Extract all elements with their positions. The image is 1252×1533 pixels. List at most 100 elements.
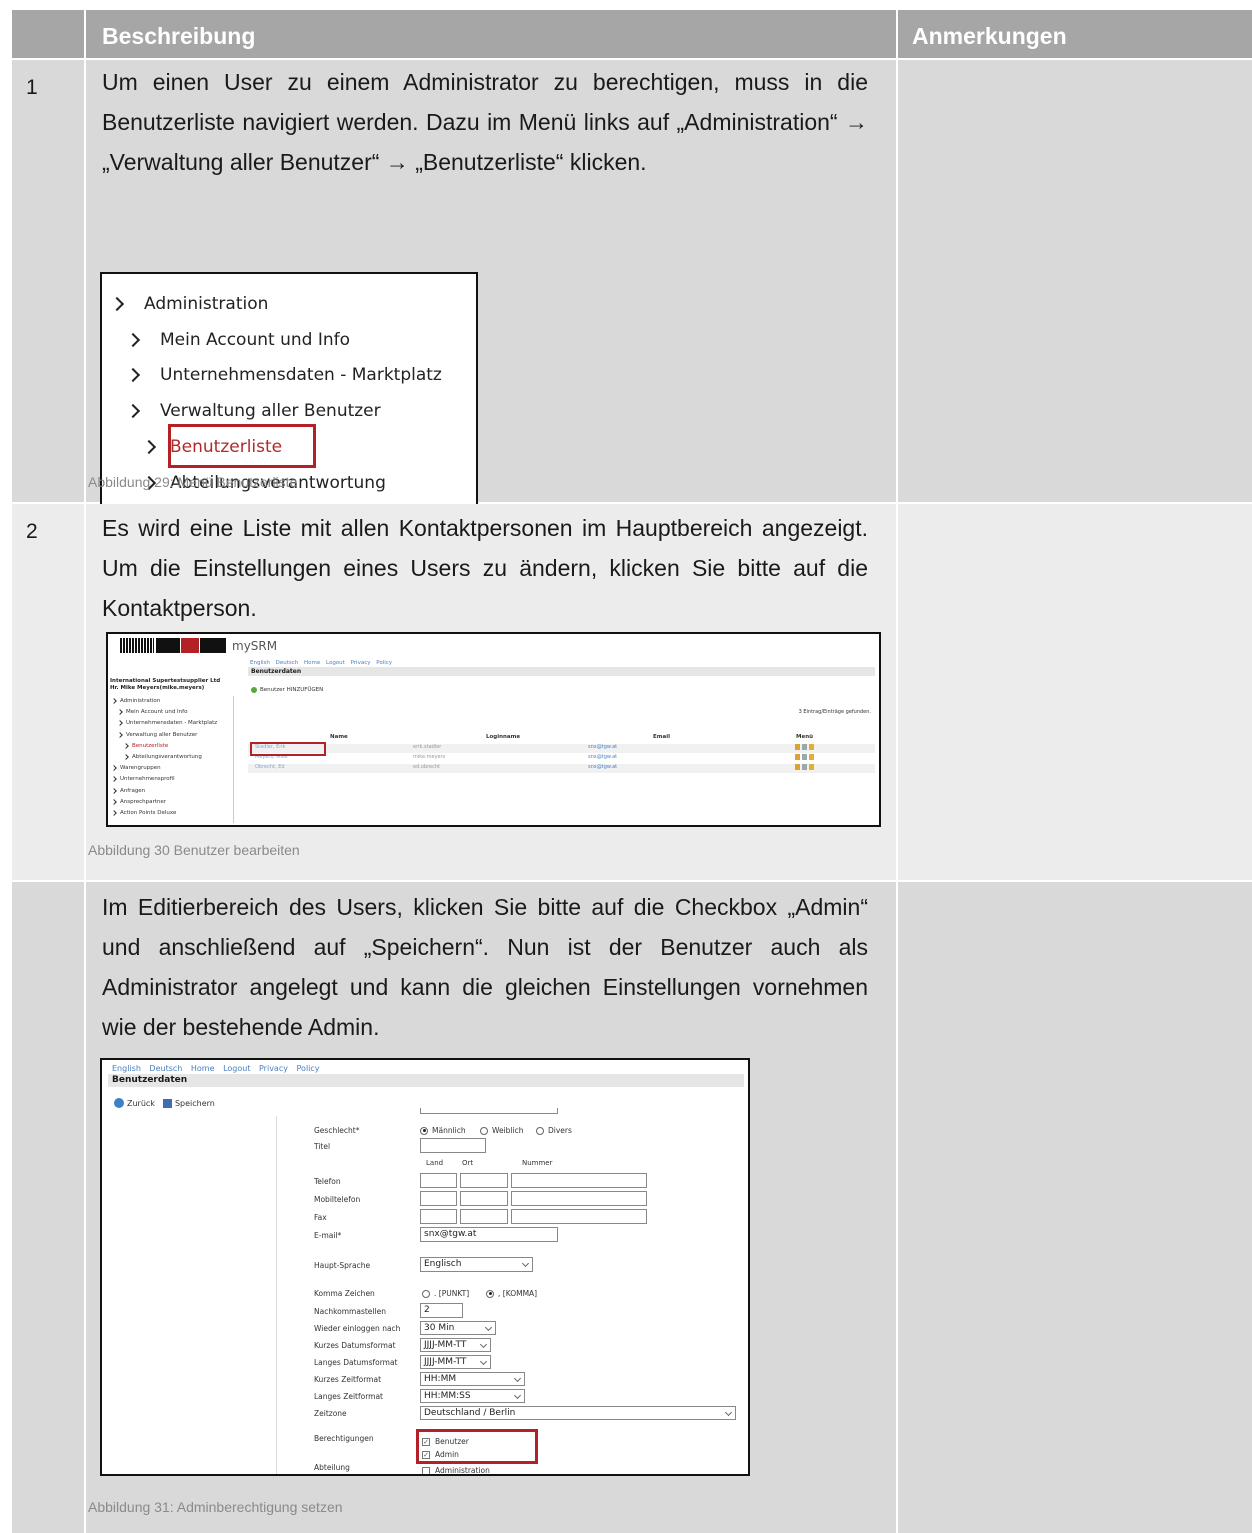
highlight-box	[168, 424, 316, 468]
label-mobile: Mobiltelefon	[314, 1195, 361, 1204]
back-icon	[114, 1098, 124, 1108]
label-long-date: Langes Datumsformat	[314, 1358, 398, 1367]
toolbar: Zurück Speichern	[114, 1098, 215, 1108]
highlight-box	[416, 1429, 538, 1464]
menu-item-account: Mein Account und Info	[125, 330, 350, 350]
step-remarks	[898, 504, 1252, 880]
label-language: Haupt-Sprache	[314, 1261, 371, 1270]
tgw-logo: mySRM	[120, 638, 277, 653]
menu-item-administration: Administration	[109, 294, 268, 314]
sidebar-item: Anfragen	[110, 786, 233, 797]
col-land: Land	[426, 1159, 444, 1167]
label-gender: Geschlecht*	[314, 1126, 360, 1135]
instruction-table: Beschreibung Anmerkungen 1 Um einen User…	[12, 10, 1252, 1533]
nav-links: English Deutsch Home Logout Privacy Poli…	[112, 1064, 320, 1073]
chevron-right-icon	[125, 332, 141, 348]
sidebar-menu: Administration Mein Account und Info Unt…	[110, 696, 234, 823]
sidebar-item: Unternehmensdaten - Marktplatz	[110, 718, 233, 729]
figure-caption: Abbildung 29: Menü Benutzerliste	[88, 474, 298, 490]
row-action-icons	[795, 764, 814, 770]
sidebar-item: Mein Account und Info	[110, 707, 233, 718]
chevron-right-icon	[109, 296, 125, 312]
language-select: Englisch	[420, 1257, 533, 1272]
label-decimals: Nachkommastellen	[314, 1307, 386, 1316]
step-text: Es wird eine Liste mit allen Kontaktpers…	[102, 515, 868, 621]
timezone-select: Deutschland / Berlin	[420, 1406, 736, 1420]
long-time-select: HH:MM:SS	[420, 1389, 525, 1403]
short-date-select: JJJJ-MM-TT	[420, 1338, 491, 1352]
chevron-right-icon	[125, 367, 141, 383]
header-beschreibung: Beschreibung	[86, 10, 898, 58]
label-long-time: Langes Zeitformat	[314, 1392, 383, 1401]
step-remarks	[898, 882, 1252, 1533]
table-row: 2 Es wird eine Liste mit allen Kontaktpe…	[12, 504, 1252, 882]
sidebar-item: Action Points Deluxe	[110, 808, 233, 819]
label-comma: Komma Zeichen	[314, 1289, 375, 1298]
label-short-date: Kurzes Datumsformat	[314, 1341, 396, 1350]
sidebar-item: Ansprechpartner	[110, 797, 233, 808]
figure-caption: Abbildung 31: Adminberechtigung setzen	[88, 1499, 343, 1515]
table-row: Im Editierbereich des Users, klicken Sie…	[12, 882, 1252, 1533]
back-button: Zurück	[127, 1098, 155, 1108]
radio-punkt: . [PUNKT]	[422, 1289, 469, 1298]
table-row: 1 Um einen User zu einem Administrator z…	[12, 60, 1252, 509]
label-relogin: Wieder einloggen nach	[314, 1324, 401, 1333]
menu-item-company: Unternehmensdaten - Marktplatz	[125, 365, 442, 385]
step-number	[12, 882, 86, 1533]
label-title: Titel	[314, 1142, 331, 1151]
add-user-button: Benutzer HINZUFÜGEN	[251, 687, 323, 693]
sidebar-item: Verwaltung aller Benutzer	[110, 730, 233, 741]
sidebar-item: Abteilungsverantwortung	[110, 752, 233, 763]
list-row: Meyers, Mike mike.meyers snx@tgw.at	[248, 754, 875, 763]
sidebar-item: Unternehmensprofil	[110, 774, 233, 785]
radio-diverse: Divers	[536, 1126, 572, 1135]
label-short-time: Kurzes Zeitformat	[314, 1375, 382, 1384]
sidebar-item: Warengruppen	[110, 763, 233, 774]
list-header: Name Loginname Email Menü	[330, 734, 814, 740]
list-row: Stadler, Erik erik.stadler snx@tgw.at	[248, 744, 875, 753]
company-info: International Supertestsupplier Ltd Hr. …	[110, 678, 221, 691]
table-header: Beschreibung Anmerkungen	[12, 10, 1252, 60]
section-bar: Benutzerdaten	[248, 667, 875, 676]
radio-komma: , [KOMMA]	[486, 1289, 537, 1298]
col-nummer: Nummer	[522, 1159, 553, 1167]
label-phone: Telefon	[314, 1177, 341, 1186]
short-time-select: HH:MM	[420, 1372, 525, 1386]
title-input	[420, 1138, 486, 1153]
long-date-select: JJJJ-MM-TT	[420, 1355, 491, 1369]
email-field: snx@tgw.at	[420, 1227, 558, 1242]
save-icon	[162, 1098, 172, 1108]
label-email: E-mail*	[314, 1231, 342, 1240]
relogin-select: 30 Min	[420, 1321, 496, 1335]
plus-icon	[251, 687, 257, 693]
step-number: 2	[12, 504, 86, 880]
header-number-cell	[12, 10, 86, 58]
row-action-icons	[795, 744, 814, 750]
menu-item-user-admin: Verwaltung aller Benutzer	[125, 401, 381, 421]
result-count: 3 Eintrag/Einträge gefunden.	[798, 709, 871, 715]
decimals-input: 2	[420, 1303, 463, 1318]
col-ort: Ort	[462, 1159, 474, 1167]
radio-male: Männlich	[420, 1126, 466, 1135]
chevron-right-icon	[125, 403, 141, 419]
step-remarks	[898, 60, 1252, 502]
highlight-box	[250, 742, 326, 756]
sidebar-item: Benutzerliste	[110, 741, 233, 752]
label-timezone: Zeitzone	[314, 1409, 347, 1418]
radio-female: Weiblich	[480, 1126, 523, 1135]
label-fax: Fax	[314, 1213, 327, 1222]
label-permissions: Berechtigungen	[314, 1434, 374, 1443]
row-action-icons	[795, 754, 814, 760]
figure-caption: Abbildung 30 Benutzer bearbeiten	[88, 842, 300, 858]
save-button: Speichern	[174, 1098, 215, 1108]
sidebar-item: Administration	[110, 696, 233, 707]
step-number: 1	[12, 60, 86, 502]
header-anmerkungen: Anmerkungen	[912, 23, 1067, 49]
figure-list-screenshot: mySRM English Deutsch Home Logout Privac…	[106, 632, 881, 827]
checkbox-department: Administration	[422, 1466, 490, 1474]
section-bar: Benutzerdaten	[108, 1074, 744, 1087]
figure-edit-screenshot: English Deutsch Home Logout Privacy Poli…	[100, 1058, 750, 1476]
nav-links: English Deutsch Home Logout Privacy Poli…	[250, 660, 393, 666]
step-text: Um einen User zu einem Administrator zu …	[102, 69, 868, 175]
label-department: Abteilung	[314, 1463, 350, 1472]
